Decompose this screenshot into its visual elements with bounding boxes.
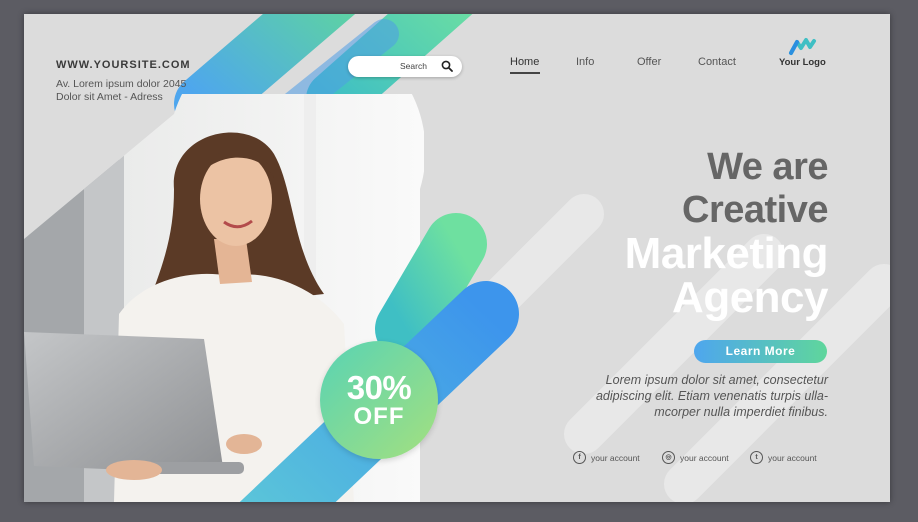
headline-line: Creative: [682, 189, 828, 231]
description-line: Lorem ipsum dolor sit amet, consectetur: [605, 373, 828, 387]
headline-line: Marketing: [624, 229, 829, 278]
social-instagram[interactable]: ◎ your account: [662, 451, 729, 464]
headline-line: Agency: [672, 273, 828, 322]
discount-percent: 30%: [346, 369, 412, 406]
search-icon[interactable]: [441, 60, 453, 72]
nav-active-underline: [510, 72, 540, 74]
search-bar[interactable]: Search: [348, 56, 462, 77]
headline-line: We are: [707, 146, 828, 188]
twitter-icon: t: [750, 451, 763, 464]
nav-offer[interactable]: Offer: [637, 56, 661, 68]
hero-description: Lorem ipsum dolor sit amet, consectetur …: [596, 372, 828, 420]
social-label: your account: [591, 452, 640, 463]
instagram-icon: ◎: [662, 451, 675, 464]
description-line: mcorper nulla imperdiet finibus.: [654, 405, 828, 419]
nav-home[interactable]: Home: [510, 56, 539, 68]
address-line: Dolor sit Amet - Adress: [56, 91, 163, 103]
social-label: your account: [768, 452, 817, 463]
nav-info[interactable]: Info: [576, 56, 594, 68]
discount-badge[interactable]: 30% OFF: [320, 341, 438, 459]
hero-headline: We are Creative Marketing Agency: [624, 146, 829, 322]
description-line: adipiscing elit. Etiam venenatis turpis …: [595, 389, 828, 403]
social-twitter[interactable]: t your account: [750, 451, 817, 464]
address-line: Av. Lorem ipsum dolor 2045: [56, 78, 187, 90]
social-label: your account: [680, 452, 729, 463]
learn-more-button[interactable]: Learn More: [694, 340, 827, 363]
social-facebook[interactable]: f your account: [573, 451, 640, 464]
discount-label: OFF: [353, 403, 405, 430]
landing-page: WWW.YOURSITE.COM Av. Lorem ipsum dolor 2…: [24, 14, 890, 502]
facebook-icon: f: [573, 451, 586, 464]
logo-text[interactable]: Your Logo: [779, 57, 826, 68]
logo-icon[interactable]: [788, 36, 818, 56]
nav-contact[interactable]: Contact: [698, 56, 736, 68]
site-url[interactable]: WWW.YOURSITE.COM: [56, 59, 191, 71]
search-input[interactable]: Search: [400, 61, 427, 71]
address: Av. Lorem ipsum dolor 2045 Dolor sit Ame…: [56, 78, 186, 104]
